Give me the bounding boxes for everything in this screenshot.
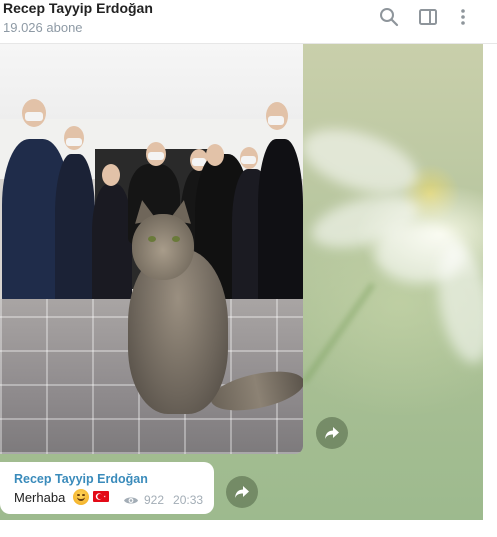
views-eye-icon [124, 497, 138, 503]
photo-person [55, 154, 95, 304]
photo-person [258, 139, 303, 304]
photo-cat-eye [172, 236, 180, 242]
photo-person-head [102, 164, 120, 186]
subscriber-count: 19.026 abone [3, 20, 83, 35]
photo-person-head [206, 144, 224, 166]
smiling-face-emoji [73, 489, 89, 505]
background-stem [301, 282, 376, 385]
share-photo-button[interactable] [316, 417, 348, 449]
turkey-flag-emoji [93, 491, 109, 502]
background-petal [294, 116, 426, 207]
channel-title[interactable]: Recep Tayyip Erdoğan [3, 0, 153, 16]
photo-cat-eye [148, 236, 156, 242]
more-vertical-icon[interactable] [452, 6, 474, 28]
photo-mask [66, 138, 82, 146]
share-arrow-icon [325, 427, 339, 439]
photo-cat-head [132, 214, 194, 280]
chat-background: Recep Tayyip Erdoğan Merhaba 922 20:33 [0, 44, 483, 520]
share-arrow-icon [235, 486, 249, 498]
photo-mask [268, 116, 284, 125]
message-time: 20:33 [173, 493, 204, 507]
post-photo[interactable] [0, 44, 303, 454]
photo-person [92, 184, 132, 304]
message-bubble[interactable]: Recep Tayyip Erdoğan Merhaba 922 20:33 [0, 462, 214, 514]
message-text: Merhaba [14, 490, 66, 505]
search-icon[interactable] [378, 6, 400, 28]
photo-mask [25, 112, 43, 121]
channel-header: Recep Tayyip Erdoğan 19.026 abone [0, 0, 497, 44]
photo-mask [241, 156, 256, 164]
sidebar-toggle-icon[interactable] [417, 6, 439, 28]
share-message-button[interactable] [226, 476, 258, 508]
view-count: 922 [144, 493, 165, 507]
photo-mask [148, 152, 164, 160]
message-sender[interactable]: Recep Tayyip Erdoğan [14, 472, 148, 486]
message-meta: 922 20:33 [123, 493, 203, 507]
